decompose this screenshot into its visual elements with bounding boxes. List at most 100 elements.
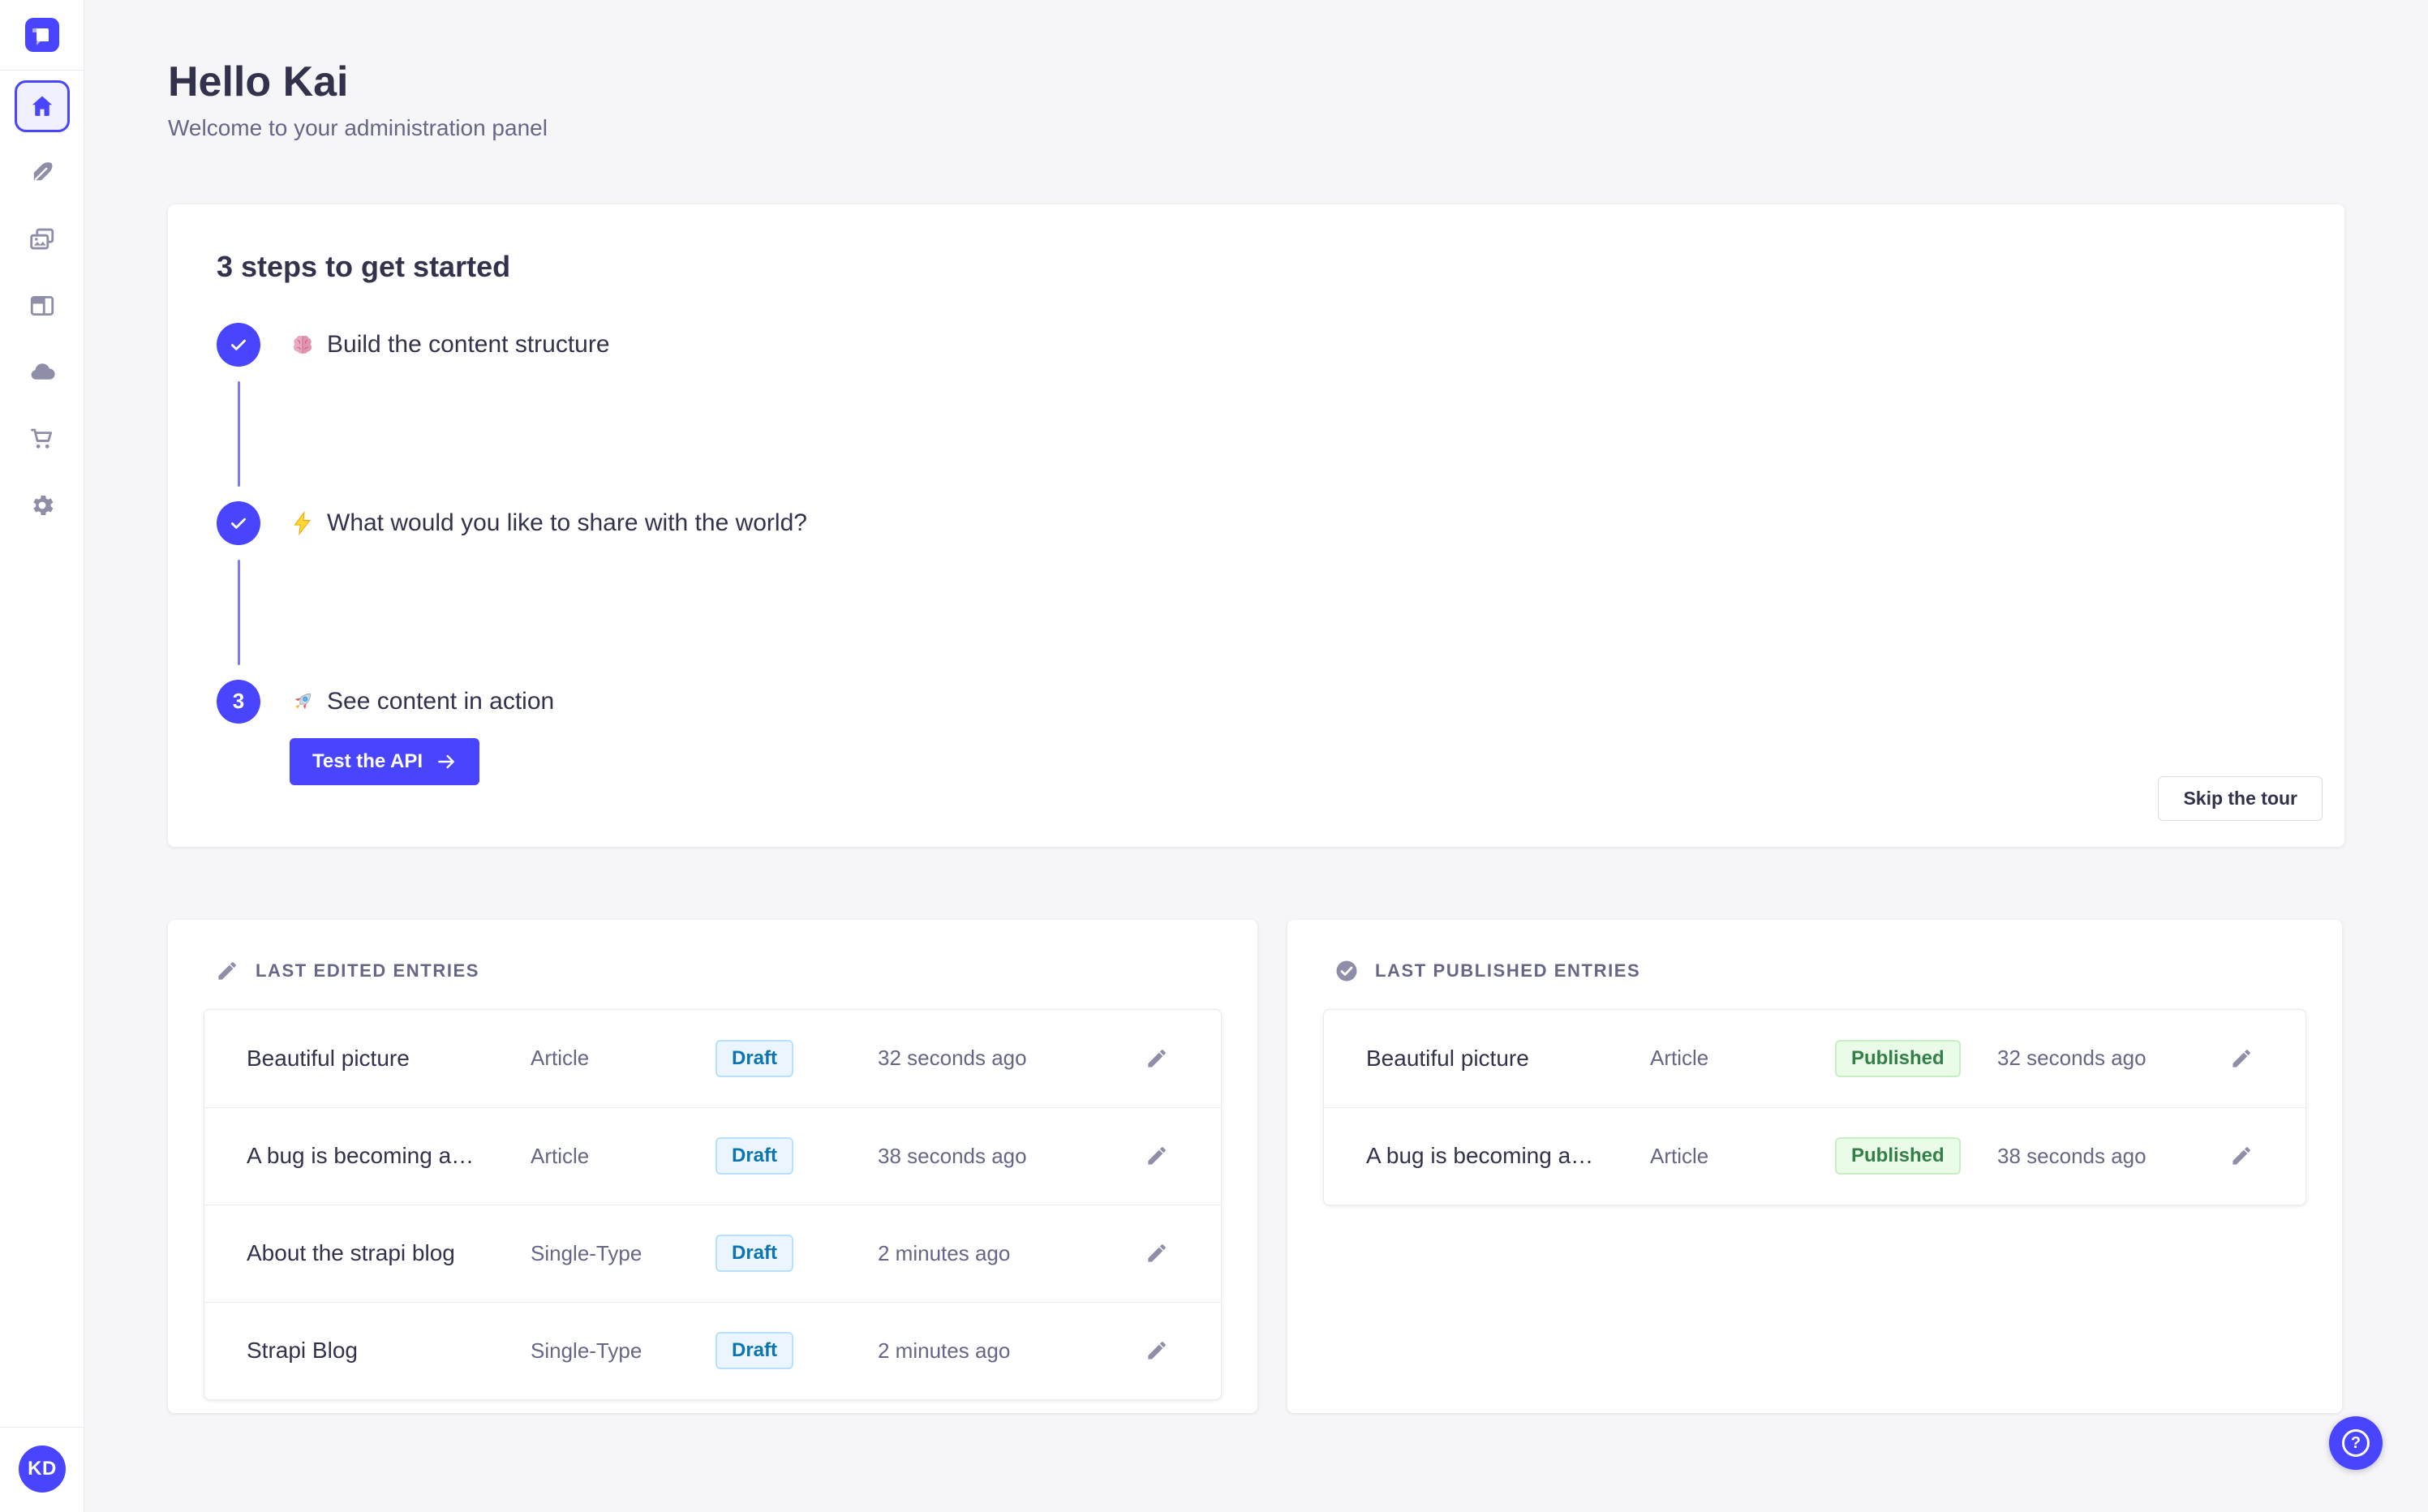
help-button[interactable]: ? — [2329, 1416, 2383, 1470]
step-3-number: 3 — [232, 689, 245, 714]
status-badge: Draft — [716, 1137, 794, 1175]
gear-icon — [32, 495, 53, 516]
edit-entry-button[interactable] — [2220, 1037, 2263, 1080]
entry-type: Single-Type — [531, 1240, 642, 1265]
entry-title: Strapi Blog — [247, 1338, 358, 1364]
media-library-icon — [29, 228, 54, 250]
step-3-label: See content in action — [327, 687, 555, 715]
last-published-card: LAST PUBLISHED ENTRIES Beautiful picture… — [1287, 919, 2342, 1413]
sidebar-item-marketplace[interactable] — [15, 413, 70, 465]
pencil-icon — [2232, 1147, 2250, 1165]
sidebar-divider-bottom — [0, 1427, 84, 1428]
entry-type: Article — [1650, 1143, 1709, 1168]
edit-entry-button[interactable] — [1135, 1231, 1179, 1275]
sidebar-footer: KD — [0, 1427, 84, 1512]
edit-entry-button[interactable] — [1135, 1037, 1179, 1080]
entry-type: Article — [1650, 1046, 1709, 1071]
last-published-title: LAST PUBLISHED ENTRIES — [1375, 960, 1641, 981]
step-2: What would you like to share with the wo… — [217, 500, 2296, 545]
entry-title: Beautiful picture — [247, 1045, 410, 1071]
sidebar-item-media-library[interactable] — [15, 213, 70, 265]
entry-time: 38 seconds ago — [1997, 1143, 2147, 1168]
status-badge: Published — [1835, 1039, 1961, 1077]
feather-icon — [33, 162, 52, 181]
step-2-label: What would you like to share with the wo… — [327, 509, 807, 536]
skip-the-tour-button[interactable]: Skip the tour — [2158, 775, 2323, 821]
entry-time: 38 seconds ago — [878, 1143, 1027, 1168]
entry-type: Single-Type — [531, 1338, 642, 1363]
table-row: A bug is becoming a… Article Draft 38 se… — [204, 1106, 1221, 1205]
step-1: Build the content structure — [217, 322, 2296, 367]
entry-time: 2 minutes ago — [878, 1338, 1011, 1363]
cloud-icon — [31, 363, 55, 380]
page-title: Hello Kai — [168, 58, 349, 105]
step-1-label-wrap: Build the content structure — [290, 331, 610, 359]
step-connector-1 — [237, 380, 240, 487]
test-the-api-label: Test the API — [312, 750, 423, 772]
home-icon — [32, 96, 52, 116]
bottom-sections: LAST EDITED ENTRIES Beautiful picture Ar… — [168, 919, 2344, 1413]
table-row: Beautiful picture Article Draft 32 secon… — [204, 1010, 1221, 1107]
test-the-api-button[interactable]: Test the API — [290, 737, 480, 785]
step-1-check-circle — [217, 322, 260, 367]
question-mark-icon: ? — [2342, 1429, 2370, 1457]
entry-time: 2 minutes ago — [878, 1240, 1011, 1265]
arrow-right-icon — [438, 754, 454, 769]
entry-type: Article — [531, 1046, 590, 1071]
sidebar-item-settings[interactable] — [15, 479, 70, 531]
step-3-number-circle: 3 — [217, 679, 260, 724]
step-2-check-circle — [217, 500, 260, 545]
last-edited-card: LAST EDITED ENTRIES Beautiful picture Ar… — [168, 919, 1257, 1413]
table-row: About the strapi blog Single-Type Draft … — [204, 1204, 1221, 1302]
status-badge: Draft — [716, 1332, 794, 1370]
sidebar-item-content-manager[interactable] — [15, 147, 70, 199]
check-icon — [231, 339, 246, 350]
pencil-icon — [1148, 1147, 1166, 1165]
sidebar-item-deploy[interactable] — [15, 346, 70, 398]
pencil-icon — [218, 961, 236, 980]
last-edited-title: LAST EDITED ENTRIES — [256, 960, 480, 981]
entry-title: A bug is becoming a… — [1366, 1143, 1594, 1169]
entry-title: About the strapi blog — [247, 1240, 455, 1266]
last-published-header: LAST PUBLISHED ENTRIES — [1334, 959, 2306, 983]
sidebar-item-content-type-builder[interactable] — [15, 280, 70, 332]
status-badge: Draft — [716, 1235, 794, 1273]
entry-title: Beautiful picture — [1366, 1045, 1529, 1071]
check-circle-icon — [1336, 960, 1357, 982]
brain-emoji-icon — [293, 335, 312, 354]
entry-type: Article — [531, 1143, 590, 1168]
entry-time: 32 seconds ago — [1997, 1046, 2147, 1071]
onboarding-steps: Build the content structure What would y… — [217, 322, 2296, 785]
sidebar-item-home[interactable] — [14, 80, 70, 132]
layout-icon — [30, 295, 54, 316]
step-1-label: Build the content structure — [327, 330, 610, 358]
check-icon — [231, 518, 246, 529]
pencil-icon — [1148, 1244, 1166, 1262]
pencil-icon — [1148, 1049, 1166, 1067]
pencil-icon — [2232, 1049, 2250, 1067]
strapi-logo-icon — [32, 28, 49, 45]
last-edited-table: Beautiful picture Article Draft 32 secon… — [204, 1008, 1222, 1400]
strapi-logo[interactable] — [24, 18, 59, 52]
edit-entry-button[interactable] — [1135, 1329, 1179, 1372]
entry-title: A bug is becoming a… — [247, 1143, 475, 1169]
main-content: Hello Kai Welcome to your administration… — [84, 0, 2428, 1512]
last-edited-header: LAST EDITED ENTRIES — [215, 959, 1222, 983]
step-3: 3 See content in action — [217, 679, 2296, 724]
avatar[interactable]: KD — [19, 1445, 66, 1493]
step-connector-2 — [237, 559, 240, 665]
step-3-label-wrap: See content in action — [290, 688, 554, 715]
page-subtitle: Welcome to your administration panel — [168, 114, 548, 140]
onboarding-card: 3 steps to get started Build the content… — [168, 204, 2344, 847]
sidebar-nav — [0, 71, 84, 531]
cta-row: Test the API — [290, 737, 2296, 785]
sidebar: KD — [0, 0, 84, 1512]
entry-time: 32 seconds ago — [878, 1046, 1027, 1071]
table-row: A bug is becoming a… Article Published 3… — [1324, 1106, 2306, 1205]
status-badge: Published — [1835, 1137, 1961, 1175]
table-row: Strapi Blog Single-Type Draft 2 minutes … — [204, 1301, 1221, 1399]
step-2-label-wrap: What would you like to share with the wo… — [290, 509, 807, 537]
last-published-table: Beautiful picture Article Published 32 s… — [1323, 1008, 2306, 1205]
edit-entry-button[interactable] — [2220, 1134, 2263, 1178]
edit-entry-button[interactable] — [1135, 1134, 1179, 1178]
